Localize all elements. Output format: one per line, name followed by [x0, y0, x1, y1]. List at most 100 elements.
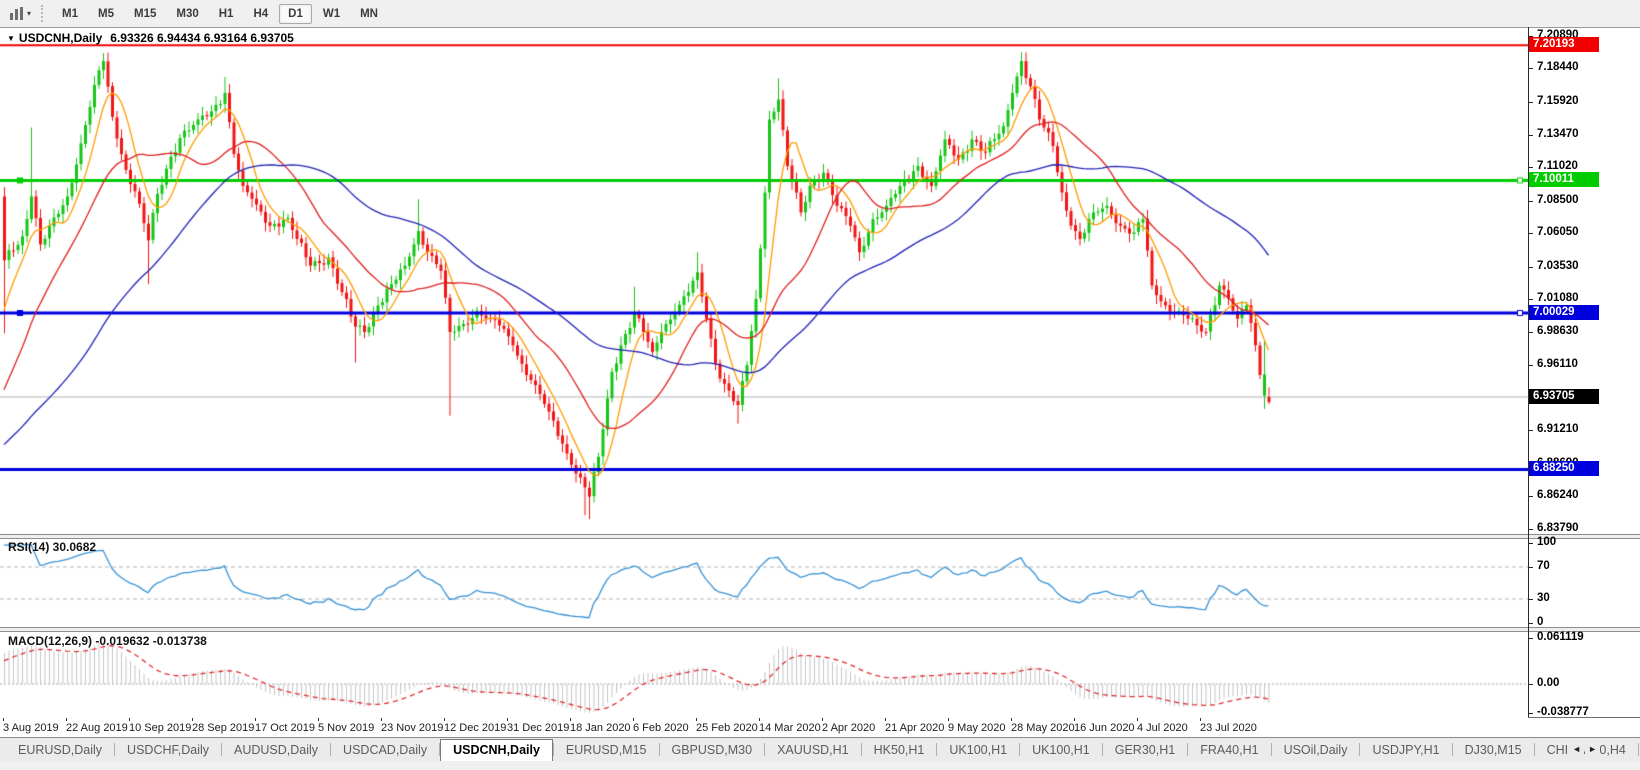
tab-scroll-left-icon[interactable]: ◄ — [1569, 743, 1584, 755]
date-tick-mark — [192, 718, 193, 721]
chart-tab-usoil-daily[interactable]: USOil,Daily — [1272, 740, 1360, 760]
date-label: 6 Feb 2020 — [633, 722, 689, 734]
chart-tab-gbpusd-m30[interactable]: GBPUSD,M30 — [660, 740, 765, 760]
date-label: 18 Jan 2020 — [570, 722, 631, 734]
dropdown-arrow-icon: ▾ — [27, 9, 31, 18]
date-tick-mark — [1200, 718, 1201, 721]
timeframe-button-m30[interactable]: M30 — [167, 4, 207, 24]
price-tick-mark — [1529, 638, 1533, 639]
chart-tab-hk50-h1[interactable]: HK50,H1 — [862, 740, 937, 760]
date-label: 25 Feb 2020 — [696, 722, 758, 734]
date-label: 28 May 2020 — [1011, 722, 1075, 734]
chart-tab-eurusd-daily[interactable]: EURUSD,Daily — [6, 740, 114, 760]
rsi-indicator-label: RSI(14) 30.0682 — [8, 540, 96, 554]
current-price-badge: 6.93705 — [1529, 389, 1599, 404]
date-tick-mark — [66, 718, 67, 721]
price-tick-label: 0.00 — [1537, 677, 1559, 689]
date-label: 12 Dec 2019 — [444, 722, 506, 734]
toolbar: ▾ M1M5M15M30H1H4D1W1MN — [0, 0, 1640, 28]
date-tick-mark — [318, 718, 319, 721]
date-tick-mark — [822, 718, 823, 721]
bar-chart-glyph — [9, 6, 25, 21]
price-tick-mark — [1529, 684, 1533, 685]
chart-tab-xauusd-h1[interactable]: XAUUSD,H1 — [765, 740, 861, 760]
chart-tab-eurusd-m15[interactable]: EURUSD,M15 — [554, 740, 659, 760]
date-label: 4 Jul 2020 — [1137, 722, 1188, 734]
chart-surface[interactable] — [0, 27, 1528, 718]
pane-separator-rsi[interactable] — [0, 534, 1640, 539]
price-tick-label: -0.038777 — [1537, 706, 1589, 718]
chart-tab-dj30-m15[interactable]: DJ30,M15 — [1453, 740, 1534, 760]
timeframe-button-h4[interactable]: H4 — [244, 4, 277, 24]
symbol-label: USDCNH,Daily — [19, 31, 102, 45]
price-tick-label: 7.18440 — [1537, 61, 1579, 73]
tab-scroll-right-icon[interactable]: ► — [1585, 743, 1600, 755]
price-tick-mark — [1529, 529, 1533, 530]
date-tick-mark — [1011, 718, 1012, 721]
price-tick-mark — [1529, 267, 1533, 268]
chart-tab-ger30-h1[interactable]: GER30,H1 — [1103, 740, 1187, 760]
price-tick-label: 100 — [1537, 536, 1556, 548]
price-tick-label: 6.91210 — [1537, 423, 1579, 435]
price-tick-mark — [1529, 567, 1533, 568]
timeframe-button-mn[interactable]: MN — [351, 4, 387, 24]
price-tick-label: 6.96110 — [1537, 358, 1578, 370]
price-tick-mark — [1529, 135, 1533, 136]
price-tick-label: 6.83790 — [1537, 522, 1579, 534]
chart-tab-fra40-h1[interactable]: FRA40,H1 — [1188, 740, 1270, 760]
level-price-badge: 7.10011 — [1529, 172, 1599, 187]
timeframe-button-m5[interactable]: M5 — [89, 4, 123, 24]
timeframe-button-w1[interactable]: W1 — [314, 4, 349, 24]
date-tick-mark — [759, 718, 760, 721]
price-tick-mark — [1529, 167, 1533, 168]
date-tick-mark — [948, 718, 949, 721]
price-tick-mark — [1529, 599, 1533, 600]
pane-separator-macd[interactable] — [0, 627, 1640, 632]
price-tick-mark — [1529, 68, 1533, 69]
chart-tab-usdcad-daily[interactable]: USDCAD,Daily — [331, 740, 439, 760]
chart-tab-list: EURUSD,DailyUSDCHF,DailyAUDUSD,DailyUSDC… — [0, 738, 1640, 761]
chart-tab-uk100-h1[interactable]: UK100,H1 — [937, 740, 1019, 760]
timeframe-button-m1[interactable]: M1 — [53, 4, 87, 24]
chart-tab-audusd-daily[interactable]: AUDUSD,Daily — [222, 740, 330, 760]
date-label: 16 Jun 2020 — [1074, 722, 1135, 734]
price-tick-mark — [1529, 365, 1533, 366]
level-price-badge: 6.88250 — [1529, 461, 1599, 476]
price-tick-mark — [1529, 713, 1533, 714]
bar-chart-icon[interactable]: ▾ — [6, 4, 34, 23]
date-label: 28 Sep 2019 — [192, 722, 254, 734]
price-tick-label: 7.03530 — [1537, 260, 1579, 272]
date-label: 21 Apr 2020 — [885, 722, 944, 734]
date-tick-mark — [570, 718, 571, 721]
date-label: 22 Aug 2019 — [66, 722, 128, 734]
chart-tab-uk100-h1[interactable]: UK100,H1 — [1020, 740, 1102, 760]
chart-title: ▼USDCNH,Daily6.93326 6.94434 6.93164 6.9… — [7, 31, 294, 45]
price-tick-label: 7.13470 — [1537, 128, 1579, 140]
timeframe-button-d1[interactable]: D1 — [279, 4, 312, 24]
date-label: 17 Oct 2019 — [255, 722, 315, 734]
date-tick-mark — [1074, 718, 1075, 721]
timeframe-button-group: M1M5M15M30H1H4D1W1MN — [52, 4, 388, 24]
date-label: 2 Apr 2020 — [822, 722, 875, 734]
timeframe-button-h1[interactable]: H1 — [210, 4, 243, 24]
chart-tab-usdchf-daily[interactable]: USDCHF,Daily — [115, 740, 221, 760]
time-axis[interactable]: 3 Aug 2019 22 Aug 201910 Sep 201928 Sep 2… — [0, 717, 1528, 737]
date-tick-mark — [633, 718, 634, 721]
macd-indicator-label: MACD(12,26,9) -0.019632 -0.013738 — [8, 634, 207, 648]
level-price-badge: 7.20193 — [1529, 37, 1599, 52]
price-tick-label: 0 — [1537, 616, 1543, 628]
symbol-dropdown-icon[interactable]: ▼ — [7, 34, 15, 43]
date-label: 23 Nov 2019 — [381, 722, 443, 734]
price-tick-mark — [1529, 299, 1533, 300]
date-label: 3 Aug 2019 — [3, 722, 59, 734]
date-label: 10 Sep 2019 — [129, 722, 191, 734]
chart-tab-usdjpy-h1[interactable]: USDJPY,H1 — [1360, 740, 1451, 760]
date-tick-mark — [255, 718, 256, 721]
timeframe-button-m15[interactable]: M15 — [125, 4, 165, 24]
date-tick-mark — [696, 718, 697, 721]
price-tick-label: 7.11020 — [1537, 160, 1578, 172]
date-label: 14 Mar 2020 — [759, 722, 821, 734]
date-tick-mark — [129, 718, 130, 721]
price-tick-mark — [1529, 543, 1533, 544]
chart-tab-usdcnh-daily[interactable]: USDCNH,Daily — [440, 739, 553, 761]
